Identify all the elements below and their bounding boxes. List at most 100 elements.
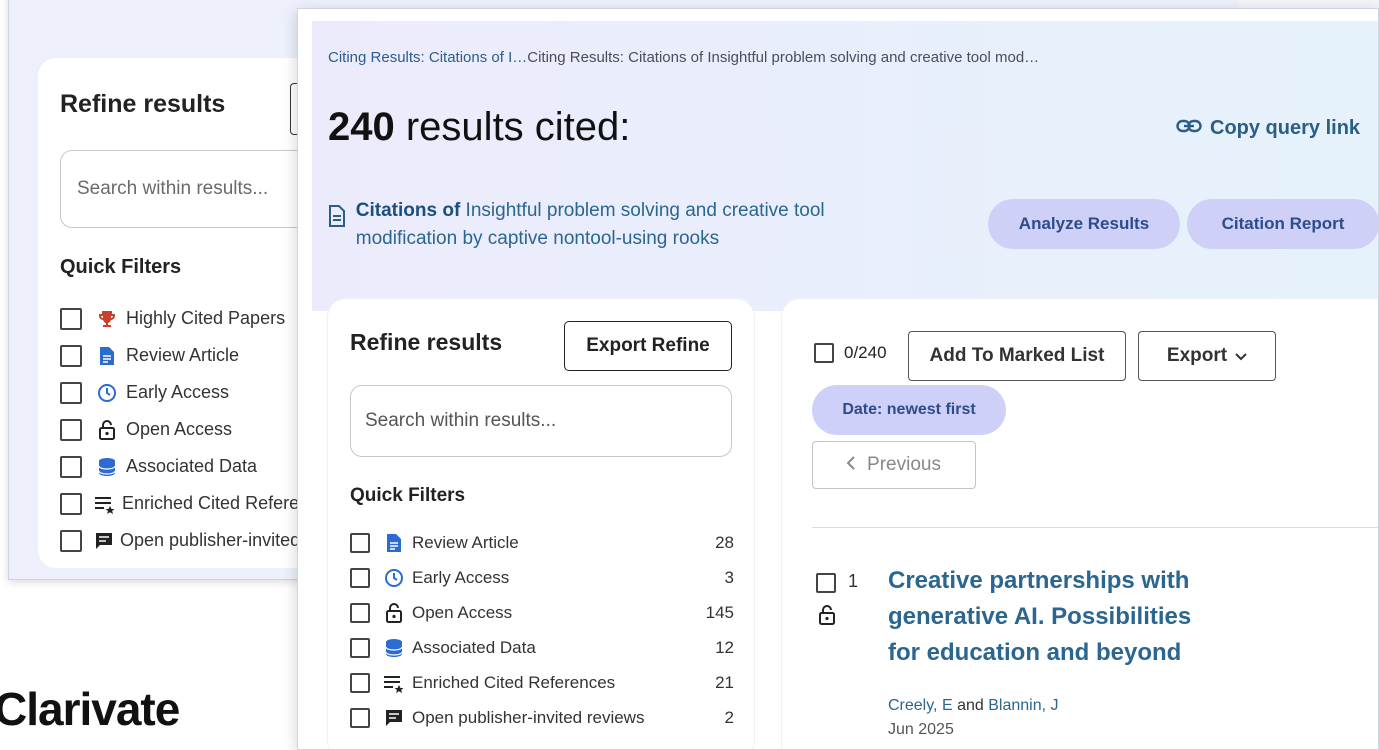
background-filter-associated-data[interactable]: Associated Data — [60, 448, 310, 485]
background-quick-filters-title: Quick Filters — [60, 256, 182, 278]
filter-label: Review Article — [126, 345, 240, 365]
select-all-checkbox[interactable] — [814, 343, 834, 363]
add-to-marked-list-button[interactable]: Add To Marked List — [908, 331, 1126, 381]
background-refine-title: Refine results — [60, 90, 226, 118]
checkbox[interactable] — [60, 529, 82, 552]
filter-review-article[interactable]: Review Article 28 — [350, 525, 734, 560]
filter-label: Early Access — [126, 382, 230, 402]
enriched-list-icon — [94, 494, 116, 514]
background-filter-publisher-reviews[interactable]: Open publisher-invited reviews — [60, 522, 366, 559]
analyze-results-button[interactable]: Analyze Results — [988, 199, 1180, 249]
filter-count: 145 — [705, 602, 734, 622]
record-authors: Creely, E and Blannin, J — [888, 697, 1058, 715]
quick-filter-list: Review Article 28 Early Access 3 Open Ac… — [350, 525, 734, 735]
filter-label: Open Access — [126, 419, 233, 439]
sort-dropdown[interactable]: Date: newest first — [812, 385, 1006, 435]
search-within-input[interactable]: Search within results... — [350, 385, 732, 457]
filter-open-access[interactable]: Open Access 145 — [350, 595, 734, 630]
background-filter-early-access[interactable]: Early Access — [60, 374, 310, 411]
background-filter-review-article[interactable]: Review Article — [60, 337, 310, 374]
checkbox[interactable] — [350, 567, 370, 588]
main-window: Citing Results: Citations of I…Citing Re… — [297, 8, 1379, 750]
export-refine-button[interactable]: Export Refine — [564, 321, 732, 371]
background-quick-filter-list: Highly Cited Papers Review Article Early… — [60, 300, 366, 559]
filter-label: Review Article — [412, 532, 519, 552]
background-filter-highly-cited[interactable]: Highly Cited Papers — [60, 300, 310, 337]
refine-panel: Refine results Export Refine Search with… — [328, 299, 754, 749]
filter-count: 28 — [715, 532, 734, 552]
checkbox[interactable] — [350, 602, 370, 623]
author-link[interactable]: Blannin, J — [988, 697, 1058, 714]
results-panel: 0/240 Add To Marked List Export Date: ne… — [782, 299, 1378, 749]
results-count-suffix: results cited: — [394, 105, 631, 149]
filter-associated-data[interactable]: Associated Data 12 — [350, 630, 734, 665]
database-icon — [94, 457, 120, 477]
checkbox[interactable] — [60, 381, 82, 404]
results-count: 240 — [328, 105, 395, 149]
filter-label: Open publisher-invited reviews — [412, 707, 645, 727]
filter-label: Open Access — [412, 602, 513, 622]
checkbox[interactable] — [60, 418, 82, 441]
filter-label: Associated Data — [126, 456, 258, 476]
citation-source-link[interactable]: Citations of Insightful problem solving … — [356, 197, 908, 253]
comment-icon — [94, 531, 114, 551]
citation-prefix: Citations of — [355, 200, 461, 221]
filter-label: Associated Data — [412, 637, 536, 657]
record-date: Jun 2025 — [888, 721, 954, 738]
background-search-input[interactable]: Search within results... — [60, 150, 320, 228]
select-all[interactable]: 0/240 — [814, 343, 887, 363]
chevron-left-icon — [846, 454, 855, 476]
quick-filters-title: Quick Filters — [350, 485, 466, 506]
record-title-link[interactable]: Creative partnerships with generative AI… — [888, 563, 1218, 671]
record-checkbox[interactable] — [816, 573, 836, 593]
document-outline-icon — [328, 197, 348, 253]
link-icon — [1176, 117, 1202, 140]
page-title: 240 results cited: — [328, 105, 630, 150]
citation-source: Citations of Insightful problem solving … — [328, 197, 908, 253]
selected-count: 0/240 — [844, 343, 887, 362]
author-link[interactable]: Creely, E — [888, 697, 953, 714]
checkbox[interactable] — [350, 707, 370, 728]
checkbox[interactable] — [60, 307, 82, 330]
copy-query-link-label: Copy query link — [1210, 117, 1361, 139]
previous-page-button[interactable]: Previous — [812, 441, 976, 489]
filter-label: Enriched Cited References — [412, 672, 616, 692]
export-button[interactable]: Export — [1138, 331, 1276, 381]
filter-publisher-invited-reviews[interactable]: Open publisher-invited reviews 2 — [350, 700, 734, 735]
filter-enriched-cited-references[interactable]: Enriched Cited References 21 — [350, 665, 734, 700]
results-header: Citing Results: Citations of I…Citing Re… — [312, 21, 1378, 311]
lock-icon — [94, 419, 120, 440]
checkbox[interactable] — [350, 672, 370, 693]
export-label: Export — [1166, 345, 1228, 366]
checkbox[interactable] — [350, 532, 370, 553]
copy-query-link[interactable]: Copy query link — [1176, 117, 1360, 140]
chevron-down-icon — [1235, 345, 1247, 367]
filter-count: 3 — [724, 567, 734, 587]
previous-label: Previous — [867, 454, 941, 475]
checkbox[interactable] — [60, 344, 82, 367]
author-separator: and — [957, 697, 984, 714]
filter-count: 2 — [724, 707, 734, 727]
citation-report-button[interactable]: Citation Report — [1187, 199, 1378, 249]
record-number: 1 — [848, 571, 859, 591]
clock-icon — [382, 568, 406, 588]
filter-label: Highly Cited Papers — [126, 308, 286, 328]
lock-icon — [382, 602, 406, 623]
breadcrumb-link[interactable]: Citing Results: Citations of I… — [328, 49, 527, 66]
document-icon — [94, 346, 120, 366]
trophy-icon — [94, 309, 120, 329]
background-filter-open-access[interactable]: Open Access — [60, 411, 310, 448]
background-filter-enriched-cited[interactable]: Enriched Cited References — [60, 485, 337, 522]
checkbox[interactable] — [60, 492, 82, 515]
filter-early-access[interactable]: Early Access 3 — [350, 560, 734, 595]
filter-count: 12 — [715, 637, 734, 657]
database-icon — [382, 638, 406, 658]
filter-count: 21 — [715, 672, 734, 692]
checkbox[interactable] — [350, 637, 370, 658]
divider — [812, 527, 1378, 528]
breadcrumb-current: Citing Results: Citations of Insightful … — [527, 49, 1040, 66]
lock-icon — [818, 605, 836, 631]
checkbox[interactable] — [60, 455, 82, 478]
clarivate-logo: Clarivate — [0, 683, 180, 735]
document-icon — [382, 533, 406, 553]
